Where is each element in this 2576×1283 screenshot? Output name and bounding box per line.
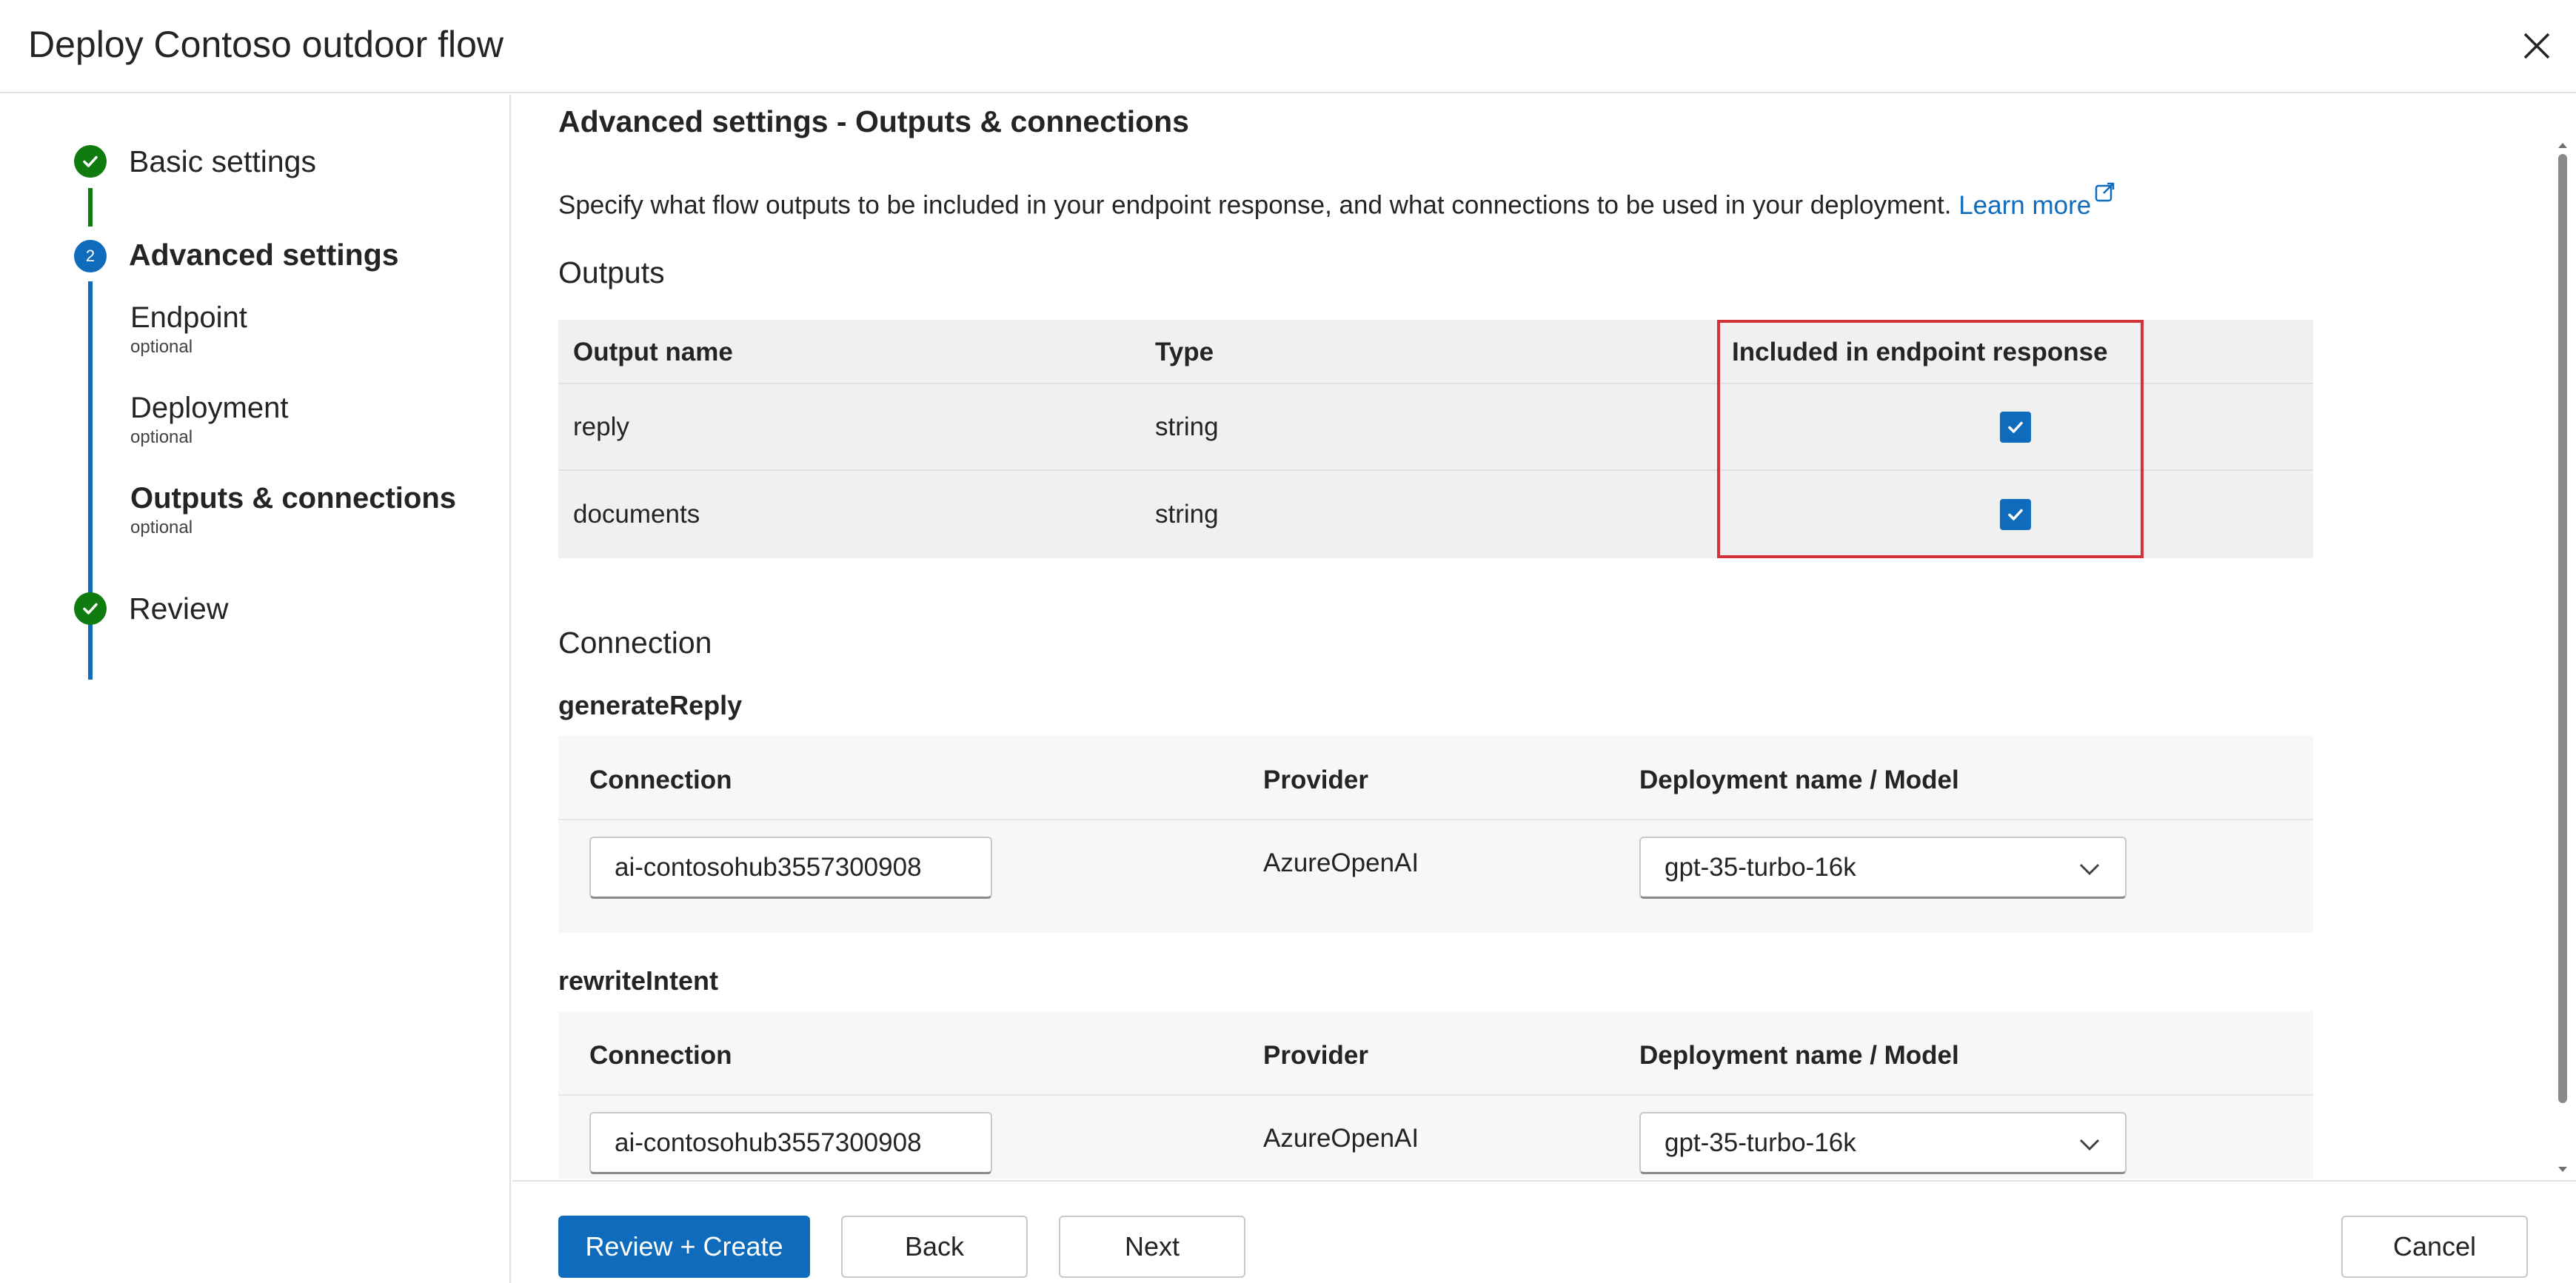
include-reply-checkbox[interactable] [2000,412,2031,443]
outputs-table: Output name Type Included in endpoint re… [558,320,2313,558]
substep-deployment[interactable]: Deployment [130,388,288,428]
step-connector [88,188,93,227]
deployment-model-dropdown[interactable]: gpt-35-turbo-16k [1639,837,2127,899]
substep-outputs-connections[interactable]: Outputs & connections [130,478,456,518]
column-header-model: Deployment name / Model [1639,766,1959,794]
learn-more-link[interactable]: Learn more [1958,182,2116,220]
connection-select[interactable]: ai-contosohub3557300908 [589,837,992,899]
node-name-generate-reply: generateReply [558,690,743,720]
dialog-header: Deploy Contoso outdoor flow [0,0,2576,93]
step-basic-settings[interactable]: Basic settings [129,141,316,182]
wizard-stepper: Basic settings 2 Advanced settings Endpo… [28,95,511,1283]
node-name-rewrite-intent: rewriteIntent [558,965,719,996]
provider-value: AzureOpenAI [1263,848,1419,877]
output-name-cell: documents [573,500,700,529]
column-header-provider: Provider [1263,766,1368,794]
step-review[interactable]: Review [129,588,228,629]
substep-outputs-optional: optional [130,517,193,537]
outputs-heading: Outputs [558,255,665,289]
connection-heading: Connection [558,626,712,660]
scroll-up-icon[interactable] [2554,136,2572,154]
external-link-icon [2095,182,2115,202]
dialog-title: Deploy Contoso outdoor flow [28,24,504,65]
substep-deployment-optional: optional [130,427,193,447]
connection-table-rewrite-intent: Connection Provider Deployment name / Mo… [558,1011,2313,1179]
next-button[interactable]: Next [1059,1216,1245,1278]
review-create-button[interactable]: Review + Create [558,1216,810,1278]
scroll-thumb[interactable] [2558,154,2567,1103]
chevron-down-icon [2079,1139,2100,1151]
include-documents-checkbox[interactable] [2000,499,2031,530]
substep-endpoint-optional: optional [130,337,193,357]
column-header-included: Included in endpoint response [1732,338,2108,366]
back-button[interactable]: Back [841,1216,1028,1278]
column-header-type: Type [1155,338,1214,366]
provider-value: AzureOpenAI [1263,1124,1419,1153]
main-content: Advanced settings - Outputs & connection… [512,95,2576,1179]
output-type-cell: string [1155,412,1219,441]
step-advanced-settings[interactable]: Advanced settings [129,234,399,275]
checkmark-icon [2008,421,2023,433]
deployment-model-dropdown[interactable]: gpt-35-turbo-16k [1639,1112,2127,1174]
column-header-model: Deployment name / Model [1639,1041,1959,1070]
output-name-cell: reply [573,412,629,441]
check-circle-icon [74,592,107,625]
checkmark-icon [2008,509,2023,520]
output-type-cell: string [1155,500,1219,529]
connection-select[interactable]: ai-contosohub3557300908 [589,1112,992,1174]
check-circle-icon [74,145,107,178]
step-number-badge: 2 [74,240,107,272]
substep-endpoint[interactable]: Endpoint [130,298,247,338]
dialog-footer: Review + Create Back Next Cancel [512,1180,2576,1283]
description-text: Specify what flow outputs to be included… [558,190,1959,220]
scroll-down-icon[interactable] [2554,1161,2572,1179]
chevron-down-icon [2079,863,2100,876]
close-button[interactable] [2513,22,2560,70]
connection-table-generate-reply: Connection Provider Deployment name / Mo… [558,736,2313,933]
column-header-output-name: Output name [573,338,733,366]
column-header-provider: Provider [1263,1041,1368,1070]
column-header-connection: Connection [589,766,732,794]
vertical-scrollbar[interactable] [2554,95,2572,1179]
column-header-connection: Connection [589,1041,732,1070]
cancel-button[interactable]: Cancel [2341,1216,2528,1278]
section-description: Specify what flow outputs to be included… [558,182,2116,224]
section-title: Advanced settings - Outputs & connection… [558,104,1189,138]
close-icon [2523,33,2550,59]
